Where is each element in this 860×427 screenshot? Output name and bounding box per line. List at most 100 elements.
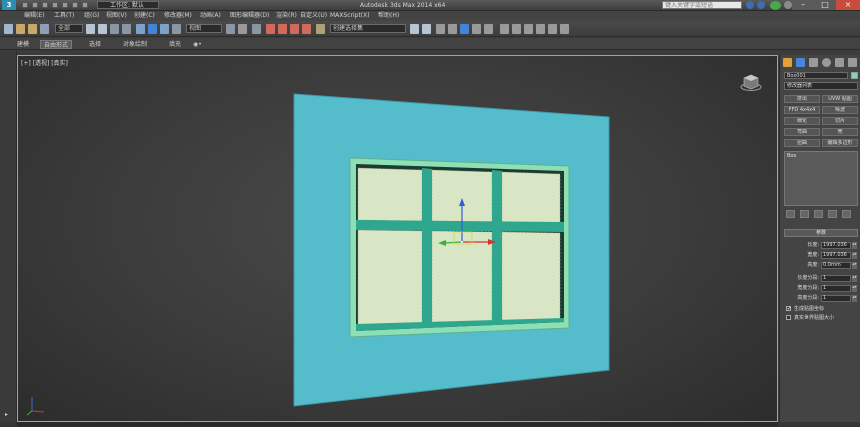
make-unique-icon[interactable] (814, 210, 823, 218)
modifier-button[interactable]: 扭曲 (784, 139, 820, 147)
menu-animation[interactable]: 动画(A) (200, 11, 221, 21)
rendered-frame-window-icon[interactable] (512, 24, 521, 34)
hierarchy-tab-icon[interactable] (809, 58, 818, 67)
graphite-ribbon-icon[interactable] (448, 24, 457, 34)
undo-tool-icon[interactable] (4, 24, 13, 34)
mirror-icon[interactable] (410, 24, 419, 34)
maximize-button[interactable]: □ (814, 0, 836, 10)
menu-help[interactable]: 帮助(H) (378, 11, 399, 21)
modifier-button[interactable]: UVW 贴图 (822, 95, 858, 103)
fetch-icon[interactable] (82, 2, 88, 8)
tab-object-paint[interactable]: 对象绘制 (120, 40, 150, 49)
modifier-button[interactable]: 挤出 (784, 95, 820, 103)
param-value[interactable]: 1997.036 (821, 252, 851, 259)
perspective-viewport[interactable]: [+] [透视] [真实] (17, 55, 778, 422)
keyboard-shortcut-icon[interactable] (252, 24, 261, 34)
search-input[interactable]: 键入关键字或短语 (662, 1, 742, 9)
motion-tab-icon[interactable] (822, 58, 831, 67)
edit-named-selection-icon[interactable] (316, 24, 325, 34)
search-icon[interactable] (746, 1, 754, 9)
subscription-icon[interactable] (757, 1, 765, 9)
create-tab-icon[interactable] (783, 58, 792, 67)
modifier-button[interactable]: 细化 (784, 117, 820, 125)
show-end-result-icon[interactable] (800, 210, 809, 218)
select-by-name-icon[interactable] (98, 24, 107, 34)
time-slider[interactable] (17, 422, 778, 427)
select-scale-icon[interactable] (160, 24, 169, 34)
modifier-button[interactable]: 编辑多边形 (822, 139, 858, 147)
schematic-view-icon[interactable] (472, 24, 481, 34)
layer-manager-icon[interactable] (436, 24, 445, 34)
menu-group[interactable]: 组(G) (84, 11, 99, 21)
select-object-icon[interactable] (86, 24, 95, 34)
menu-edit[interactable]: 编辑(E) (24, 11, 44, 21)
manipulate-icon[interactable] (238, 24, 247, 34)
param-value[interactable]: 1 (821, 285, 851, 292)
tab-modeling[interactable]: 建模 (14, 40, 32, 49)
display-tab-icon[interactable] (835, 58, 844, 67)
modifier-list-dropdown[interactable]: 修改器列表 (784, 82, 858, 90)
spinner-icon[interactable]: ▴▾ (852, 242, 857, 249)
hold-icon[interactable] (72, 2, 78, 8)
favorites-icon[interactable] (784, 1, 792, 9)
link-icon[interactable] (16, 24, 25, 34)
undo-icon[interactable] (52, 2, 58, 8)
snaps-toggle-icon[interactable] (266, 24, 275, 34)
pin-stack-icon[interactable] (786, 210, 795, 218)
open-file-icon[interactable] (32, 2, 38, 8)
configure-sets-icon[interactable] (842, 210, 851, 218)
tab-populate[interactable]: 填充 (166, 40, 184, 49)
modify-tab-icon[interactable] (796, 58, 805, 67)
minimize-button[interactable]: – (792, 0, 814, 10)
parameters-rollout-header[interactable]: 参数 (784, 229, 858, 237)
menu-views[interactable]: 视图(V) (106, 11, 127, 21)
close-button[interactable]: × (836, 0, 860, 10)
menu-maxscript[interactable]: MAXScript(X) (330, 11, 370, 21)
select-rotate-icon[interactable] (148, 24, 157, 34)
workspace-dropdown[interactable]: 工作区: 默认 (97, 1, 159, 9)
select-move-icon[interactable] (136, 24, 145, 34)
menu-create[interactable]: 创建(C) (134, 11, 155, 21)
modifier-button[interactable]: 弯曲 (784, 128, 820, 136)
curve-editor-icon[interactable] (460, 24, 469, 34)
modifier-button[interactable]: FFD 4x4x4 (784, 106, 820, 114)
object-name-field[interactable]: Box001 (784, 72, 848, 79)
select-place-icon[interactable] (172, 24, 181, 34)
angle-snap-icon[interactable] (278, 24, 287, 34)
spinner-snap-icon[interactable] (302, 24, 311, 34)
reference-coordinate-dropdown[interactable]: 视图 (186, 24, 222, 33)
material-editor-icon[interactable] (484, 24, 493, 34)
new-file-icon[interactable] (22, 2, 28, 8)
modifier-button[interactable]: 壳 (822, 128, 858, 136)
stack-item-box[interactable]: Box (787, 153, 796, 159)
selection-filter-dropdown[interactable]: 全部 (55, 24, 83, 33)
spinner-icon[interactable]: ▴▾ (852, 262, 857, 269)
rectangular-selection-icon[interactable] (110, 24, 119, 34)
modifier-stack[interactable]: Box (784, 151, 858, 206)
bind-space-warp-icon[interactable] (40, 24, 49, 34)
window-crossing-icon[interactable] (122, 24, 131, 34)
save-file-icon[interactable] (42, 2, 48, 8)
menu-graph-editors[interactable]: 图形编辑器(D) (230, 11, 269, 21)
spinner-icon[interactable]: ▴▾ (852, 285, 857, 292)
unlink-icon[interactable] (28, 24, 37, 34)
param-value[interactable]: 0.0mm (821, 262, 851, 269)
align-icon[interactable] (422, 24, 431, 34)
tab-selection[interactable]: 选择 (86, 40, 104, 49)
render-cloud-icon[interactable] (560, 24, 569, 34)
menu-customize[interactable]: 自定义(U) (300, 11, 327, 21)
redo-icon[interactable] (62, 2, 68, 8)
spinner-icon[interactable]: ▴▾ (852, 252, 857, 259)
render-setup-icon[interactable] (500, 24, 509, 34)
spinner-icon[interactable]: ▴▾ (852, 275, 857, 282)
activeshade-icon[interactable] (548, 24, 557, 34)
checkbox[interactable]: ✔ (786, 306, 791, 312)
render-iterative-icon[interactable] (536, 24, 545, 34)
ribbon-options-icon[interactable]: ◉• (190, 40, 205, 49)
percent-snap-icon[interactable] (290, 24, 299, 34)
communication-center-icon[interactable] (770, 1, 781, 10)
expand-arrow-icon[interactable]: ▸ (5, 411, 8, 418)
tab-freeform[interactable]: 自由形式 (40, 40, 73, 49)
modifier-button[interactable]: 噪波 (822, 106, 858, 114)
spinner-icon[interactable]: ▴▾ (852, 295, 857, 302)
